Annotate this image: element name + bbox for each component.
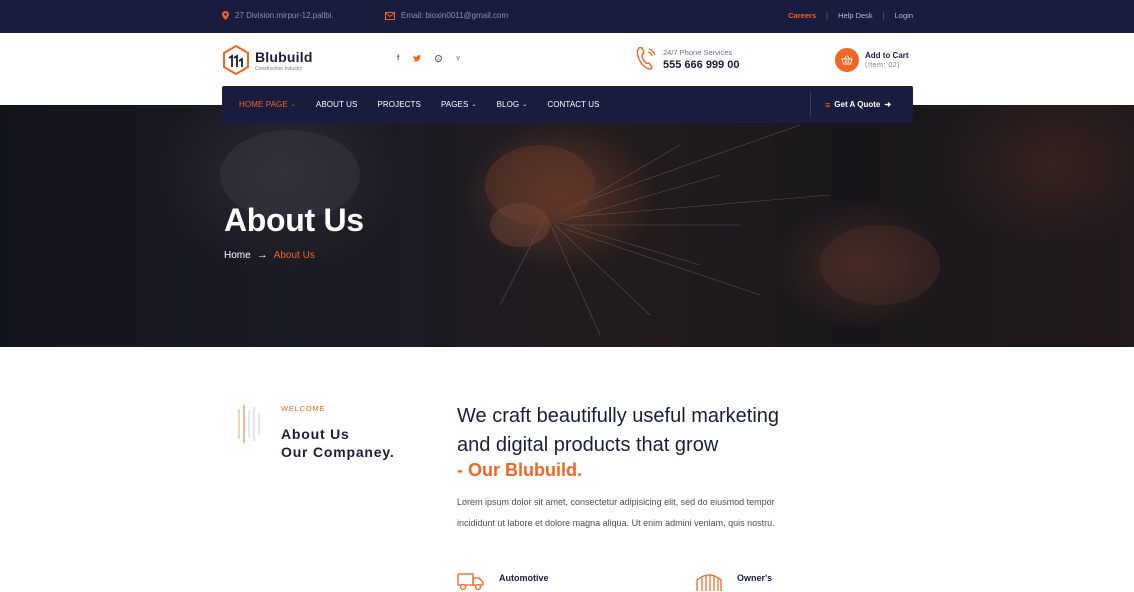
- nav-item-pages[interactable]: PAGES ⌄: [441, 100, 477, 109]
- hero-overlay: [0, 105, 1134, 347]
- cart-item-count: (Item: 02): [865, 62, 900, 69]
- svg-text:s: s: [438, 56, 441, 61]
- facebook-icon[interactable]: f: [397, 55, 399, 64]
- breadcrumb: Home → About Us: [224, 249, 315, 261]
- skype-icon[interactable]: s: [435, 55, 443, 64]
- nav-item-blog[interactable]: BLOG ⌄: [497, 100, 528, 109]
- login-link[interactable]: Login: [895, 11, 913, 20]
- main-nav: HOME PAGE ⌄ ABOUT US PROJECTS PAGES ⌄ BL…: [222, 86, 913, 123]
- email-text: Email: bioxin0011@gmail.com: [401, 11, 509, 20]
- nav-item-about[interactable]: ABOUT US: [316, 100, 358, 109]
- nav-item-label: ABOUT US: [315, 100, 358, 109]
- section-eyebrow: WELCOME: [281, 404, 326, 413]
- twitter-icon[interactable]: [413, 55, 422, 64]
- feature-title: Owner's: [737, 573, 773, 583]
- phone-label: 24/7 Phone Services: [663, 47, 733, 57]
- basket-icon: [841, 55, 853, 65]
- chevron-down-icon: ⌄: [471, 102, 477, 108]
- top-links: Careers | Help Desk | Login: [788, 11, 913, 20]
- breadcrumb-home-link[interactable]: Home: [224, 250, 251, 261]
- arrow-right-icon: ➜: [884, 100, 892, 109]
- nav-item-label: BLOG: [496, 100, 520, 109]
- top-bar: 27 Division.mirpur-12.pallbi. Email: bio…: [0, 0, 1134, 33]
- nav-item-contact[interactable]: CONTACT US: [547, 100, 599, 109]
- nav-item-label: CONTACT US: [547, 100, 600, 109]
- about-body-text: Lorem ipsum dolor sit amet, consectetur …: [457, 497, 775, 528]
- envelope-icon: [385, 11, 395, 20]
- nav-item-label: PROJECTS: [377, 100, 421, 109]
- tagline: We craft beautifully useful marketing an…: [457, 402, 857, 460]
- get-quote-label: Get A Quote: [834, 100, 881, 109]
- address-text: 27 Division.mirpur-12.pallbi.: [235, 11, 334, 20]
- quote-list-icon: ≡: [825, 99, 831, 110]
- location-pin-icon: [222, 11, 229, 20]
- nav-item-projects[interactable]: PROJECTS: [377, 100, 420, 109]
- cart-title: Add to Cart: [865, 51, 909, 60]
- help-desk-link[interactable]: Help Desk: [838, 11, 873, 20]
- cart-button[interactable]: [835, 48, 859, 72]
- phone-icon: [636, 46, 656, 70]
- chevron-down-icon: ⌄: [290, 102, 296, 108]
- tagline-line: We craft beautifully useful marketing: [457, 405, 780, 427]
- link-separator: |: [882, 11, 885, 20]
- nav-menu: HOME PAGE ⌄ ABOUT US PROJECTS PAGES ⌄ BL…: [239, 86, 620, 123]
- nav-item-label: HOME PAGE: [239, 100, 288, 109]
- building-icon: [696, 574, 722, 591]
- phone-contact[interactable]: 24/7 Phone Services 555 666 999 00: [635, 46, 739, 72]
- phone-number: 555 666 999 00: [663, 58, 740, 71]
- email[interactable]: Email: bioxin0011@gmail.com: [385, 11, 508, 20]
- page-title: About Us: [224, 202, 364, 238]
- careers-link[interactable]: Careers: [788, 11, 816, 20]
- heading-line: About Us: [281, 426, 350, 442]
- feature-owners: Owner's: [695, 570, 772, 592]
- nav-divider: [810, 92, 811, 117]
- brand-name: Blubuild: [255, 48, 313, 65]
- feature-automotive: Automotive: [457, 570, 549, 592]
- nav-item-label: PAGES: [440, 100, 469, 109]
- logo-cube-icon: [223, 45, 249, 75]
- feature-title: Automotive: [499, 573, 549, 583]
- arrow-right-icon: →: [256, 249, 268, 261]
- hero-banner: About Us Home → About Us: [0, 105, 1134, 347]
- link-separator: |: [826, 11, 829, 20]
- vimeo-icon[interactable]: v: [456, 55, 460, 64]
- nav-item-home[interactable]: HOME PAGE ⌄: [239, 100, 296, 109]
- brand-tagline: Construction Industry: [255, 65, 303, 72]
- logo[interactable]: Blubuild Construction Industry: [222, 45, 313, 75]
- get-quote-button[interactable]: ≡ Get A Quote ➜: [825, 86, 891, 123]
- social-links: f s v: [397, 55, 460, 64]
- tagline-accent: - Our Blubuild.: [457, 460, 582, 480]
- heading-line: Our Companey.: [281, 444, 395, 460]
- tagline-line: and digital products that grow: [457, 434, 719, 456]
- section-heading: About Us Our Companey.: [281, 425, 395, 461]
- decorative-lines-icon: [238, 405, 260, 443]
- chevron-down-icon: ⌄: [522, 102, 528, 108]
- cart[interactable]: Add to Cart (Item: 02): [835, 48, 909, 72]
- address: 27 Division.mirpur-12.pallbi.: [222, 11, 334, 20]
- breadcrumb-current: About Us: [273, 249, 315, 261]
- truck-icon: [457, 573, 484, 591]
